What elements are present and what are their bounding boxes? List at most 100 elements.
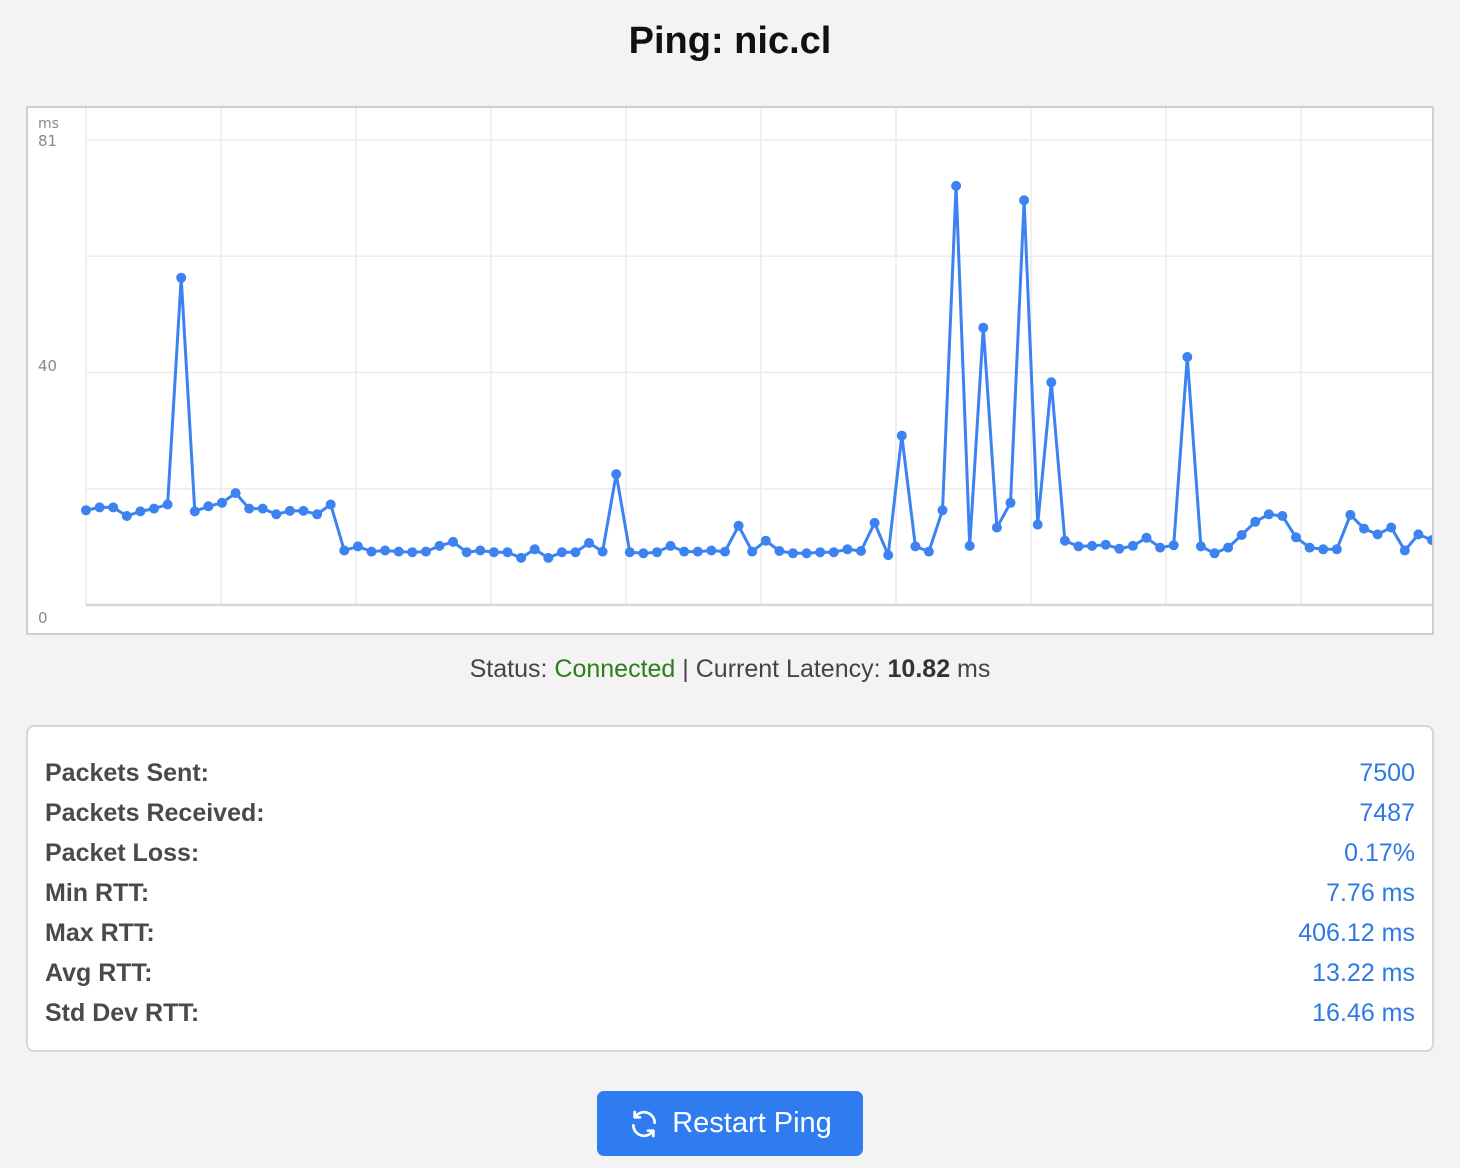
- stat-label: Packets Sent:: [45, 758, 209, 787]
- latency-point: [556, 547, 567, 558]
- status-value: Connected: [554, 655, 676, 683]
- stat-label: Std Dev RTT:: [45, 998, 200, 1027]
- latency-point: [1413, 529, 1424, 540]
- restart-ping-button[interactable]: Restart Ping: [597, 1091, 863, 1156]
- stat-value: 13.22 ms: [1312, 958, 1415, 987]
- latency-chart-svg: ms81 40 0: [38, 108, 1432, 627]
- latency-point: [611, 469, 622, 480]
- latency-point: [162, 499, 173, 510]
- latency-point: [733, 520, 744, 531]
- latency-point: [856, 546, 866, 556]
- latency-point: [597, 546, 608, 557]
- restart-ping-label: Restart Ping: [672, 1107, 832, 1139]
- latency-point: [774, 546, 785, 556]
- latency-point: [1114, 543, 1125, 554]
- y-tick-label: 0: [38, 609, 48, 627]
- latency-point: [1127, 540, 1138, 551]
- latency-point: [652, 547, 662, 558]
- stat-row-min-rtt: Min RTT: 7.76 ms: [45, 873, 1415, 913]
- latency-point: [380, 545, 391, 556]
- stat-label: Min RTT:: [45, 878, 150, 907]
- latency-point: [176, 272, 187, 283]
- y-tick-label: 81: [38, 132, 57, 150]
- page-title: Ping: nic.cl: [628, 20, 832, 62]
- latency-point: [1046, 377, 1057, 388]
- latency-point: [937, 505, 948, 516]
- current-latency-label: Current Latency:: [695, 655, 881, 683]
- latency-point: [217, 497, 227, 508]
- latency-point: [529, 544, 540, 555]
- latency-point: [1304, 542, 1315, 553]
- latency-point: [638, 548, 649, 559]
- latency-point: [1073, 541, 1084, 552]
- latency-point: [543, 552, 554, 563]
- latency-point: [1195, 541, 1206, 552]
- latency-point: [108, 502, 119, 513]
- latency-point: [1155, 542, 1166, 553]
- stat-label: Max RTT:: [45, 918, 155, 947]
- latency-point: [842, 544, 853, 555]
- latency-point: [81, 505, 91, 516]
- latency-point: [1291, 532, 1301, 543]
- latency-point: [692, 546, 703, 557]
- stat-row-packet-loss: Packet Loss: 0.17%: [45, 833, 1415, 873]
- latency-point: [1168, 540, 1179, 551]
- stat-row-avg-rtt: Avg RTT: 13.22 ms: [45, 953, 1415, 993]
- latency-point: [1386, 522, 1397, 533]
- stat-value: 7.76 ms: [1326, 878, 1415, 907]
- latency-point: [1223, 542, 1234, 553]
- latency-point: [1100, 539, 1111, 550]
- latency-point: [1005, 497, 1016, 508]
- latency-point: [624, 547, 635, 558]
- latency-point: [94, 502, 105, 513]
- latency-point: [720, 546, 730, 557]
- stat-row-max-rtt: Max RTT: 406.12 ms: [45, 913, 1415, 953]
- stat-value: 16.46 ms: [1312, 998, 1415, 1027]
- latency-point: [502, 547, 513, 558]
- chart-grid: [85, 108, 1432, 605]
- stat-value: 7500: [1359, 758, 1415, 787]
- latency-point: [1209, 548, 1220, 559]
- latency-point: [1345, 509, 1356, 520]
- latency-point: [284, 505, 295, 516]
- latency-point: [516, 552, 527, 563]
- latency-point: [1427, 535, 1432, 546]
- y-tick-label: 40: [38, 357, 57, 375]
- latency-point: [801, 548, 812, 559]
- stat-value: 0.17%: [1344, 838, 1415, 867]
- stat-label: Avg RTT:: [45, 958, 153, 987]
- latency-point: [760, 535, 771, 546]
- latency-point: [1359, 523, 1369, 534]
- latency-point: [1399, 545, 1410, 556]
- latency-point: [244, 503, 255, 514]
- latency-point: [352, 541, 363, 552]
- latency-point: [1318, 544, 1329, 555]
- latency-point: [747, 546, 758, 557]
- latency-point: [1182, 352, 1193, 362]
- latency-point: [1141, 532, 1152, 543]
- latency-point: [828, 547, 839, 558]
- latency-point: [978, 322, 989, 333]
- stat-row-packets-sent: Packets Sent: 7500: [45, 753, 1415, 793]
- latency-point: [271, 509, 282, 520]
- stat-row-packets-received: Packets Received: 7487: [45, 793, 1415, 833]
- latency-point: [1372, 529, 1383, 540]
- latency-point: [339, 545, 350, 556]
- latency-point: [1019, 195, 1030, 206]
- latency-point: [189, 506, 200, 517]
- latency-point: [679, 546, 690, 557]
- latency-point: [1250, 516, 1261, 527]
- latency-point: [230, 488, 241, 499]
- latency-point: [815, 547, 826, 558]
- latency-point: [312, 509, 323, 520]
- status-line: Status: Connected | Current Latency: 10.…: [0, 655, 1460, 684]
- latency-point: [1331, 544, 1342, 555]
- latency-point: [488, 547, 499, 558]
- latency-point: [407, 547, 418, 558]
- stats-panel: Packets Sent: 7500 Packets Received: 748…: [26, 725, 1434, 1052]
- y-axis-unit-label: ms: [38, 116, 59, 132]
- stat-value: 7487: [1359, 798, 1415, 827]
- stat-value: 406.12 ms: [1298, 918, 1415, 947]
- latency-point: [923, 546, 934, 557]
- latency-point: [366, 546, 377, 557]
